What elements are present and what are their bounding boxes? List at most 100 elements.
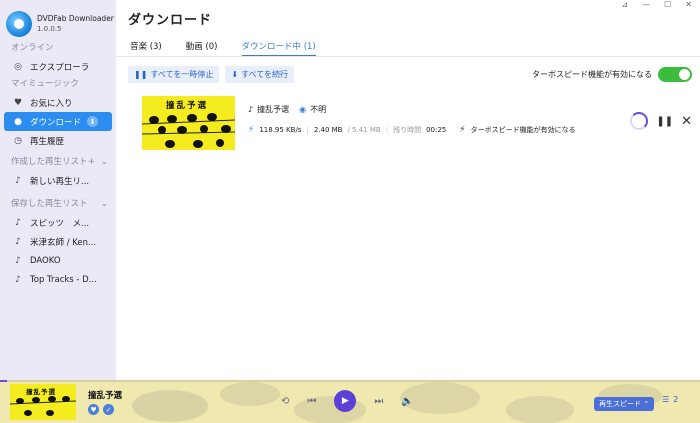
collapse-chevron-icon[interactable]: ⌄ <box>101 154 108 171</box>
sidebar-item-label: Top Tracks - D... <box>30 274 97 285</box>
mini-mode-icon[interactable]: ⊿ <box>621 0 628 9</box>
close-window-icon[interactable]: ✕ <box>685 0 692 9</box>
tab-downloading[interactable]: ダウンロード中 (1) <box>241 40 316 56</box>
thumbnail-title: 撞乱予選 <box>166 101 209 111</box>
app-header: DVDFab Downloader 1.0.0.5 <box>0 0 116 40</box>
section-online: オンライン <box>11 43 54 53</box>
music-note-icon: ♪ <box>15 236 21 247</box>
pause-all-button[interactable]: ❚❚ すべてを一時停止 <box>128 66 220 83</box>
playback-progress-fill <box>0 380 7 382</box>
divider: | <box>306 126 309 134</box>
page-title: ダウンロード <box>128 13 213 28</box>
loading-spinner-icon <box>630 112 649 130</box>
playback-speed-button[interactable]: 再生スピード ⌃ <box>594 397 655 411</box>
music-note-icon: ♪ <box>15 274 21 285</box>
app-version: 1.0.0.5 <box>37 25 62 33</box>
resume-all-button[interactable]: ⬇ すべてを続行 <box>225 66 295 83</box>
sidebar-item-label: スピッツ メ... <box>30 218 90 229</box>
sidebar-item-explorer[interactable]: ◎ エクスプローラ <box>0 57 116 76</box>
sidebar-item-label: 新しい再生リ... <box>30 176 90 187</box>
bolt-icon: ⚡ <box>248 125 255 135</box>
sidebar-item-label: 再生履歴 <box>30 136 65 147</box>
section-created-playlists-label: 作成した再生リスト <box>11 157 88 167</box>
turbo-setting: ターボスピード機能が有効になる <box>532 67 692 82</box>
sidebar-item-new-playlist[interactable]: ♪ 新しい再生リ... <box>0 171 116 190</box>
sidebar-item-label: DAOKO <box>30 255 61 266</box>
playback-progress[interactable] <box>0 380 700 382</box>
player-controls: ⟲ ⏮ ▶ ⏭ 🔈 <box>281 390 414 412</box>
chevron-up-icon: ⌃ <box>643 400 650 408</box>
globe-icon: ◎ <box>14 61 22 72</box>
add-playlist-icon[interactable]: + <box>88 154 95 171</box>
sidebar-item-label: エクスプローラ <box>30 62 90 73</box>
section-my-music: マイミュージック <box>11 79 79 89</box>
download-title-line: ♪ 撞乱予選 ◉ 不明 <box>248 104 326 115</box>
sidebar-item-download[interactable]: ● ダウンロード ⬇ <box>4 112 112 131</box>
collapse-chevron-icon[interactable]: ⌄ <box>101 196 108 213</box>
download-thumbnail: 撞乱予選 <box>142 96 235 150</box>
player-bar: 撞乱予選 撞乱予選 ♥ ✓ ⟲ ⏮ ▶ ⏭ 🔈 再生スピード ⌃ ☰ 2 <box>0 380 700 423</box>
remaining-time: 00:25 <box>426 126 447 134</box>
repeat-icon[interactable]: ⟲ <box>281 396 289 407</box>
sidebar-item-saved-playlist[interactable]: ♪ Top Tracks - D... <box>0 270 116 289</box>
sidebar-item-label: ダウンロード <box>30 117 82 128</box>
player-track-title: 撞乱予選 <box>88 391 123 401</box>
download-circle-icon: ● <box>14 116 22 127</box>
download-arrow-icon: ⬇ <box>231 70 239 79</box>
section-saved-playlists: 保存した再生リスト ⌄ <box>0 196 116 213</box>
next-track-icon[interactable]: ⏭ <box>374 396 383 407</box>
clock-icon: ◷ <box>14 135 22 146</box>
window-controls: ⊿ — ☐ ✕ <box>621 0 692 9</box>
action-bar: ❚❚ すべてを一時停止 ⬇ すべてを続行 <box>128 66 295 83</box>
download-speed: 118.95 KB/s <box>259 126 302 134</box>
queue-button[interactable]: ☰ 2 <box>662 395 678 404</box>
total-size: / 5.41 MB <box>347 126 381 134</box>
download-arrow-icon: ⬇ <box>87 116 99 127</box>
sidebar-item-saved-playlist[interactable]: ♪ DAOKO <box>0 251 116 270</box>
pause-all-label: すべてを一時停止 <box>150 70 214 79</box>
artist-icon: ◉ <box>299 105 307 114</box>
sidebar-item-saved-playlist[interactable]: ♪ スピッツ メ... <box>0 213 116 232</box>
music-note-icon: ♪ <box>248 105 254 114</box>
download-stats: ⚡ 118.95 KB/s | 2.40 MB / 5.41 MB | 残り時間… <box>248 125 576 135</box>
download-row: 撞乱予選 ♪ 撞乱予選 ◉ 不明 ⚡ 118.95 KB/s | 2.40 MB… <box>142 96 692 150</box>
minimize-icon[interactable]: — <box>642 0 650 9</box>
previous-track-icon[interactable]: ⏮ <box>307 396 316 407</box>
download-controls: ❚❚ ✕ <box>630 112 692 130</box>
main-panel: ⊿ — ☐ ✕ ダウンロード 音楽 (3) 動画 (0) ダウンロード中 (1)… <box>116 0 700 380</box>
divider: | <box>385 126 389 134</box>
turbo-note: ターボスピード機能が有効になる <box>470 126 576 134</box>
maximize-icon[interactable]: ☐ <box>664 0 671 9</box>
player-thumbnail: 撞乱予選 <box>10 384 76 420</box>
cancel-download-button[interactable]: ✕ <box>681 114 692 129</box>
playlist-queue-icon: ☰ <box>662 395 670 404</box>
download-title: 撞乱予選 <box>257 105 290 114</box>
music-note-icon: ♪ <box>15 217 21 228</box>
dvdfab-logo-icon <box>6 11 32 37</box>
resume-all-label: すべてを続行 <box>241 70 289 79</box>
remaining-label: 残り時間 <box>393 126 422 134</box>
tab-divider <box>116 56 700 57</box>
turbo-bolt-icon: ⚡ <box>459 125 466 135</box>
tab-bar: 音楽 (3) 動画 (0) ダウンロード中 (1) <box>130 40 316 56</box>
favorite-heart-icon[interactable]: ♥ <box>88 404 99 415</box>
turbo-toggle[interactable] <box>658 67 692 82</box>
music-note-icon: ♪ <box>15 255 21 266</box>
sidebar-item-favorites[interactable]: ♥ お気に入り <box>0 93 116 112</box>
sidebar-item-label: 米津玄師 / Ken... <box>30 237 97 248</box>
sidebar-item-label: お気に入り <box>30 98 73 109</box>
sidebar-item-history[interactable]: ◷ 再生履歴 <box>0 131 116 150</box>
sidebar-item-saved-playlist[interactable]: ♪ 米津玄師 / Ken... <box>0 232 116 251</box>
downloaded-size: 2.40 MB <box>313 126 343 134</box>
tab-video[interactable]: 動画 (0) <box>186 40 218 56</box>
play-button[interactable]: ▶ <box>334 390 357 412</box>
player-track-actions: ♥ ✓ <box>88 404 114 415</box>
turbo-label: ターボスピード機能が有効になる <box>532 70 652 79</box>
section-created-playlists: 作成した再生リスト + ⌄ <box>0 154 116 171</box>
heart-icon: ♥ <box>13 97 23 108</box>
download-check-icon[interactable]: ✓ <box>103 404 114 415</box>
tab-music[interactable]: 音楽 (3) <box>130 40 162 56</box>
volume-icon[interactable]: 🔈 <box>401 396 413 407</box>
pause-download-button[interactable]: ❚❚ <box>656 116 673 127</box>
download-artist: 不明 <box>310 105 327 114</box>
